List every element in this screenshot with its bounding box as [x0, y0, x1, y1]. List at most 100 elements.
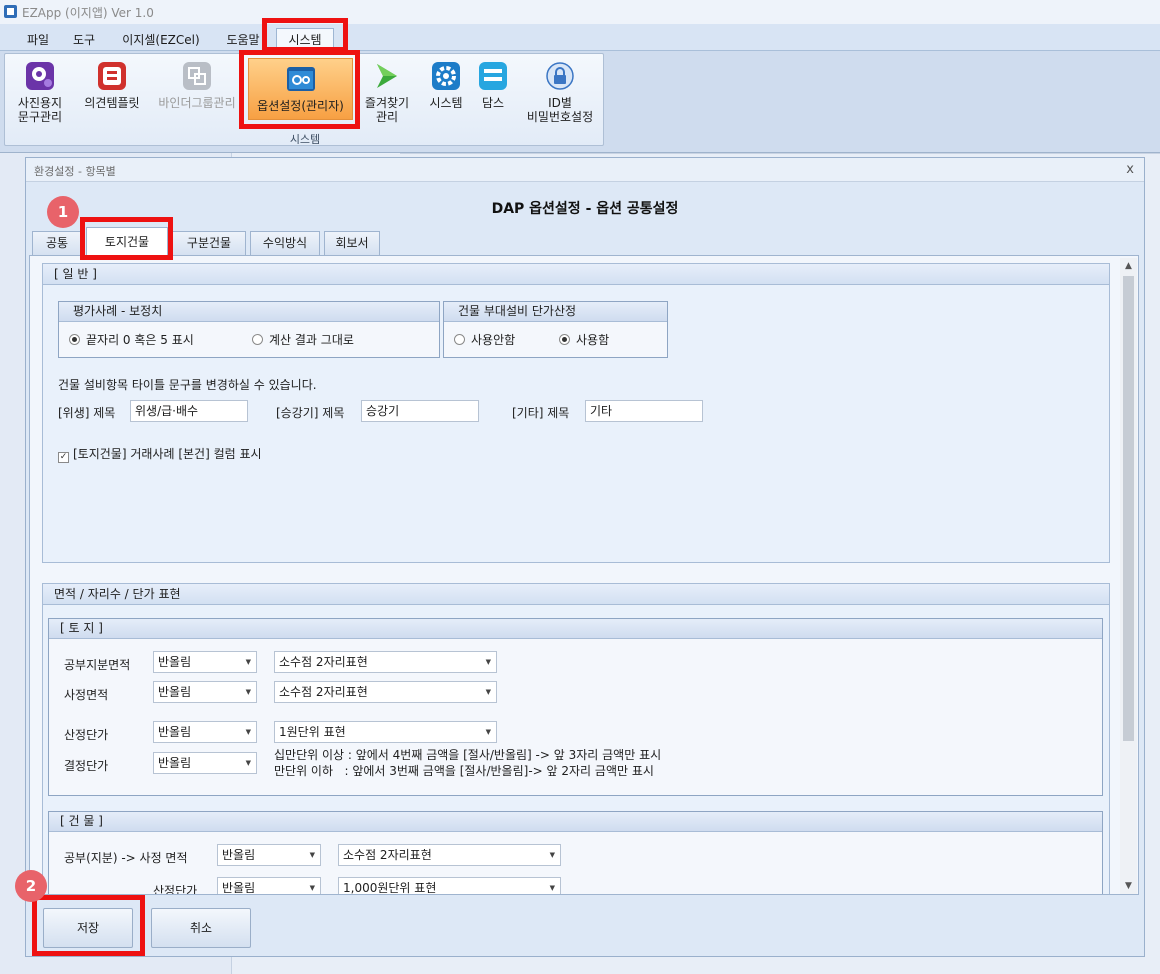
radio-equip-used[interactable]: 사용함	[559, 331, 609, 348]
scroll-down-icon[interactable]: ▼	[1123, 880, 1134, 892]
radio-raw-result-label: 계산 결과 그대로	[269, 333, 354, 347]
menu-help[interactable]: 도움말	[218, 30, 268, 50]
building-price-round-select[interactable]: 반올림 ▼	[217, 877, 321, 894]
building-area-label: 공부(지분) -> 사정 면적	[64, 851, 188, 865]
ribbon-binder-label: 바인더그룹관리	[158, 96, 236, 110]
photo-paper-icon	[26, 62, 54, 90]
step-badge-2: 2	[15, 870, 47, 902]
group-building-equipment: 건물 부대설비 단가산정 사용안함 사용함	[443, 301, 668, 358]
group-land: [ 토 지 ] 공부지분면적 반올림 ▼ 소수점 2자리표현 ▼ 사정면적 반올림 ▼…	[48, 618, 1103, 796]
building-price-format-select[interactable]: 1,000원단위 표현 ▼	[338, 877, 561, 894]
sanitation-title-input[interactable]: 위생/급·배수	[130, 400, 248, 422]
ribbon-favorites-label: 즐겨찾기 관리	[364, 96, 410, 124]
cancel-button[interactable]: 취소	[151, 908, 251, 948]
show-main-column-checkbox[interactable]: ✓ [토지건물] 거래사례 [본건] 컬럼 표시	[58, 445, 262, 463]
menu-ezcel[interactable]: 이지셀(EZCel)	[116, 30, 206, 50]
menu-file[interactable]: 파일	[20, 30, 56, 50]
radio-equip-used-label: 사용함	[576, 333, 610, 347]
radio-equip-unused[interactable]: 사용안함	[454, 331, 515, 348]
final-price-label: 결정단가	[64, 759, 109, 773]
show-main-column-label: [토지건물] 거래사례 [본건] 컬럼 표시	[73, 447, 262, 461]
radio-equip-unused-label: 사용안함	[471, 333, 516, 347]
workspace-divider	[400, 153, 1160, 154]
app-logo-icon	[4, 5, 17, 18]
group-eval-correction: 평가사례 - 보정치 끝자리 0 혹은 5 표시 계산 결과 그대로	[58, 301, 440, 358]
radio-unselected-icon	[252, 334, 263, 345]
section-general-header: [ 일 반 ]	[43, 264, 1109, 285]
tab-common[interactable]: 공통	[32, 231, 82, 255]
group-building-equipment-header: 건물 부대설비 단가산정	[444, 302, 667, 322]
tab-report[interactable]: 회보서	[324, 231, 380, 255]
etc-title-label: [기타] 제목	[512, 406, 570, 420]
final-price-note-2: 만단위 이하 : 앞에서 3번째 금액을 [절사/반올림]-> 앞 2자리 금액…	[274, 764, 654, 778]
ribbon-dams-label: 담스	[481, 96, 505, 110]
dropdown-arrow-icon: ▼	[245, 728, 251, 736]
lock-icon	[546, 62, 574, 90]
highlight-save-button	[32, 895, 145, 956]
vertical-scrollbar[interactable]: ▲ ▼	[1120, 258, 1137, 894]
ribbon-system-button[interactable]: 시스템	[421, 60, 471, 110]
elevator-title-input[interactable]: 승강기	[361, 400, 479, 422]
highlight-options-button	[239, 50, 360, 129]
radio-round-0-5-label: 끝자리 0 혹은 5 표시	[86, 333, 194, 347]
checkbox-checked-icon: ✓	[58, 452, 69, 463]
menu-tools[interactable]: 도구	[66, 30, 102, 50]
building-area-format-select[interactable]: 소수점 2자리표현 ▼	[338, 844, 561, 866]
dropdown-arrow-icon: ▼	[309, 884, 315, 892]
dropdown-arrow-icon: ▼	[245, 658, 251, 666]
calc-price-format-select[interactable]: 1원단위 표현 ▼	[274, 721, 497, 743]
scrollbar-thumb[interactable]	[1123, 276, 1134, 741]
building-area-round-select[interactable]: 반올림 ▼	[217, 844, 321, 866]
dropdown-arrow-icon: ▼	[549, 884, 555, 892]
ribbon-password-label: ID별 비밀번호설정	[526, 96, 594, 124]
dialog-title: 환경설정 - 항목별	[34, 165, 116, 178]
section-general: [ 일 반 ] 평가사례 - 보정치 끝자리 0 혹은 5 표시 계산 결과 그…	[42, 263, 1110, 563]
calc-price-label: 산정단가	[64, 728, 109, 742]
tab-compartment-building[interactable]: 구분건물	[172, 231, 246, 255]
ribbon-favorites-button[interactable]: 즐겨찾기 관리	[357, 60, 417, 124]
step-badge-1: 1	[47, 196, 79, 228]
dropdown-arrow-icon: ▼	[309, 851, 315, 859]
tab-income-method[interactable]: 수익방식	[250, 231, 320, 255]
menu-bar: 파일 도구 이지셀(EZCel) 도움말 시스템	[0, 24, 1160, 51]
survey-area-format-select[interactable]: 소수점 2자리표현 ▼	[274, 681, 497, 703]
ribbon-photo-button[interactable]: 사진용지 문구관리	[9, 60, 71, 124]
dialog-titlebar: 환경설정 - 항목별 x	[26, 158, 1144, 182]
scroll-up-icon[interactable]: ▲	[1123, 260, 1134, 272]
building-price-format-value: 1,000원단위 표현	[343, 881, 437, 894]
elevator-title-label: [승강기] 제목	[276, 406, 345, 420]
final-price-round-select[interactable]: 반올림 ▼	[153, 752, 257, 774]
radio-round-0-5[interactable]: 끝자리 0 혹은 5 표시	[69, 331, 194, 348]
final-price-round-value: 반올림	[158, 756, 192, 770]
public-area-format-select[interactable]: 소수점 2자리표현 ▼	[274, 651, 497, 673]
calc-price-round-select[interactable]: 반올림 ▼	[153, 721, 257, 743]
ribbon-opinion-button[interactable]: 의견템플릿	[77, 60, 147, 110]
calc-price-format-value: 1원단위 표현	[279, 725, 346, 739]
dialog-heading: DAP 옵션설정 - 옵션 공통설정	[491, 201, 679, 217]
ribbon-dams-button[interactable]: 담스	[473, 60, 513, 110]
gear-icon	[432, 62, 460, 90]
public-area-round-select[interactable]: 반올림 ▼	[153, 651, 257, 673]
ribbon: 사진용지 문구관리 의견템플릿 바인더그룹관리 옵션설정(관리자) 즐겨찾기 관…	[0, 51, 1160, 153]
dropdown-arrow-icon: ▼	[485, 728, 491, 736]
dropdown-arrow-icon: ▼	[485, 658, 491, 666]
highlight-land-building-tab	[80, 217, 173, 260]
ribbon-system-label: 시스템	[429, 96, 463, 110]
close-icon[interactable]: x	[1126, 162, 1134, 177]
highlight-menu-system	[262, 18, 348, 52]
calc-price-round-value: 반올림	[158, 725, 192, 739]
etc-title-input[interactable]: 기타	[585, 400, 703, 422]
radio-selected-icon	[69, 334, 80, 345]
building-price-label: 산정단가	[153, 884, 198, 894]
group-building-header: [ 건 물 ]	[49, 812, 1102, 832]
survey-area-format-value: 소수점 2자리표현	[279, 685, 368, 699]
app-title: EZApp (이지앱) Ver 1.0	[22, 6, 154, 20]
ribbon-password-button[interactable]: ID별 비밀번호설정	[517, 60, 603, 124]
dropdown-arrow-icon: ▼	[245, 688, 251, 696]
section-area-expression: 면적 / 자리수 / 단가 표현 [ 토 지 ] 공부지분면적 반올림 ▼ 소수점…	[42, 583, 1110, 894]
favorites-bookmark-icon	[377, 64, 397, 88]
binder-group-icon	[183, 62, 211, 90]
survey-area-round-select[interactable]: 반올림 ▼	[153, 681, 257, 703]
radio-raw-result[interactable]: 계산 결과 그대로	[252, 331, 354, 348]
radio-unselected-icon	[454, 334, 465, 345]
